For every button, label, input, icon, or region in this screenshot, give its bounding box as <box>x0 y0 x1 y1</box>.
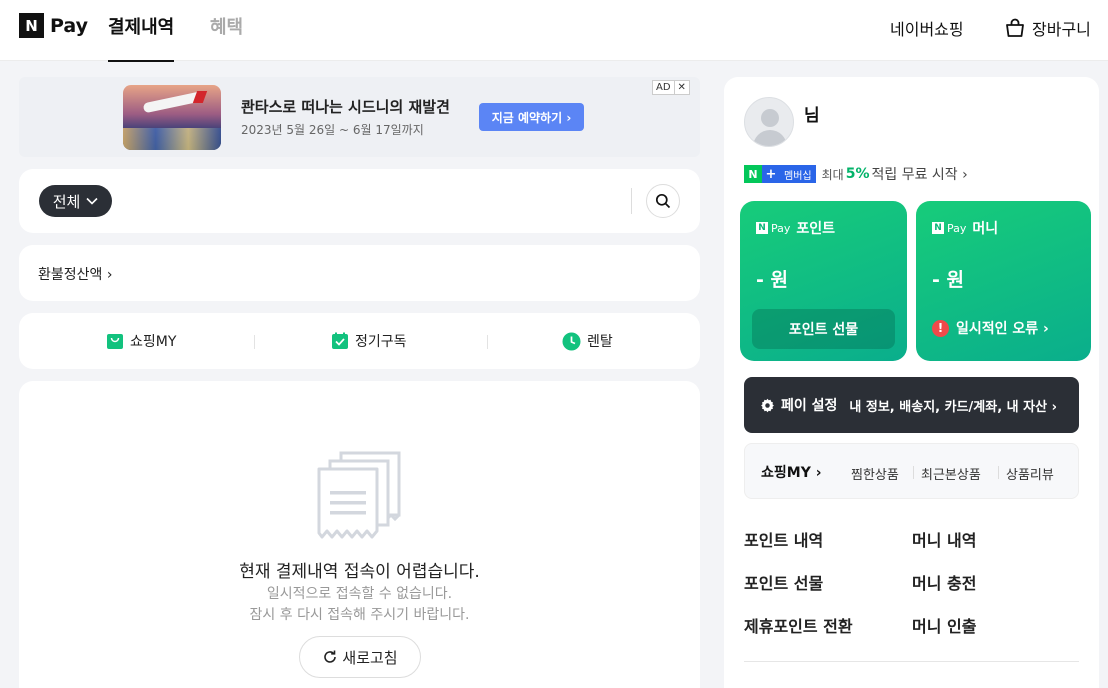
ad-banner[interactable]: 콴타스로 떠나는 시드니의 재발견 2023년 5월 26일 ~ 6월 17일까… <box>19 77 700 157</box>
avatar[interactable] <box>744 97 794 147</box>
payment-history-list: 현재 결제내역 접속이 어렵습니다. 일시적으로 접속할 수 없습니다. 잠시 … <box>19 381 700 688</box>
recently-viewed-link[interactable]: 최근본상품 <box>921 464 981 483</box>
point-balance: - 원 <box>756 269 788 291</box>
ad-close-icon[interactable]: ✕ <box>674 80 690 95</box>
ad-badge: AD ✕ <box>652 80 690 95</box>
divider <box>998 466 999 479</box>
pay-settings-button[interactable]: 페이 설정 내 정보, 배송지, 카드/계좌, 내 자산 › <box>744 377 1079 433</box>
clock-icon <box>562 332 581 350</box>
empty-title: 현재 결제내역 접속이 어렵습니다. <box>239 562 480 582</box>
ad-subtitle: 2023년 5월 26일 ~ 6월 17일까지 <box>241 123 424 137</box>
divider <box>631 188 632 214</box>
money-error-link[interactable]: ! 일시적인 오류 › <box>932 318 1049 338</box>
npay-logo[interactable]: N Pay <box>19 13 88 38</box>
quick-label: 렌탈 <box>587 334 613 350</box>
npay-money-card[interactable]: N Pay 머니 - 원 ! 일시적인 오류 › <box>916 201 1091 361</box>
divider <box>254 335 255 349</box>
money-history-link[interactable]: 머니 내역 <box>912 527 976 551</box>
npay-point-card[interactable]: N Pay 포인트 - 원 포인트 선물 <box>740 201 907 361</box>
empty-message: 일시적으로 접속할 수 없습니다. <box>266 586 453 602</box>
shopping-my-box: 쇼핑MY › 찜한상품 최근본상품 상품리뷰 <box>744 443 1079 499</box>
filter-dropdown[interactable]: 전체 <box>39 185 112 217</box>
cart-link[interactable]: 장바구니 <box>1004 16 1091 40</box>
filter-bar: 전체 <box>19 169 700 233</box>
quick-subscription[interactable]: 정기구독 <box>331 331 407 351</box>
divider <box>913 466 914 479</box>
pay-label: Pay <box>771 221 791 235</box>
user-panel: 님 N + 멤버십 최대 5% 적립 무료 시작 › N Pay 포인트 - 원… <box>724 77 1099 688</box>
refresh-button[interactable]: 새로고침 <box>299 636 421 678</box>
point-gift-link[interactable]: 포인트 선물 <box>744 570 823 594</box>
quick-rental[interactable]: 렌탈 <box>562 331 613 351</box>
ad-title: 콴타스로 떠나는 시드니의 재발견 <box>241 98 450 116</box>
naver-shopping-link[interactable]: 네이버쇼핑 <box>890 16 964 40</box>
money-withdraw-link[interactable]: 머니 인출 <box>912 613 976 637</box>
wishlist-link[interactable]: 찜한상품 <box>851 464 899 483</box>
point-gift-button[interactable]: 포인트 선물 <box>752 309 895 349</box>
ad-reserve-button[interactable]: 지금 예약하기 › <box>479 103 584 131</box>
tab-payment-history[interactable]: 결제내역 <box>108 13 175 62</box>
shopping-my-link[interactable]: 쇼핑MY › <box>761 462 821 482</box>
pay-logo-text: Pay <box>50 14 89 37</box>
refresh-icon <box>324 650 337 663</box>
filter-label: 전체 <box>52 192 81 211</box>
quick-menu: 쇼핑MY 정기구독 렌탈 <box>19 313 700 369</box>
membership-prefix: 최대 <box>821 167 844 182</box>
quick-label: 정기구독 <box>355 334 407 350</box>
pay-settings-title: 페이 설정 <box>781 398 838 414</box>
chevron-down-icon <box>86 194 98 208</box>
search-button[interactable] <box>646 184 680 218</box>
money-card-title: 머니 <box>972 221 999 237</box>
money-charge-link[interactable]: 머니 충전 <box>912 570 976 594</box>
naver-n-icon: N <box>932 222 944 234</box>
pay-label: Pay <box>947 221 967 235</box>
point-history-link[interactable]: 포인트 내역 <box>744 527 823 551</box>
partner-point-convert-link[interactable]: 제휴포인트 전환 <box>744 613 853 637</box>
quick-shopping-my[interactable]: 쇼핑MY <box>106 331 176 351</box>
gear-icon <box>761 398 774 412</box>
divider <box>744 661 1079 662</box>
empty-message: 잠시 후 다시 접속해 주시기 바랍니다. <box>249 607 470 623</box>
refund-card[interactable]: 환불정산액 › <box>19 245 700 301</box>
naver-n-icon: N <box>756 222 768 234</box>
calendar-check-icon <box>332 332 348 349</box>
warning-icon: ! <box>932 319 949 337</box>
ad-image <box>123 85 221 150</box>
quick-label: 쇼핑MY <box>130 334 177 350</box>
search-icon <box>655 193 671 209</box>
ad-label: AD <box>652 80 675 95</box>
top-header: N Pay 결제내역 혜택 네이버쇼핑 장바구니 <box>0 0 1108 62</box>
tab-benefits[interactable]: 혜택 <box>210 13 243 39</box>
membership-percent: 5% <box>845 166 870 182</box>
point-card-title: 포인트 <box>796 221 836 237</box>
pay-settings-subtitle: 내 정보, 배송지, 카드/계좌, 내 자산 › <box>849 399 1057 415</box>
money-balance: - 원 <box>932 269 964 291</box>
cart-icon <box>1006 18 1024 37</box>
naver-n-logo: N <box>19 13 44 38</box>
membership-badge: N + 멤버십 <box>744 165 816 183</box>
shopping-bag-icon <box>107 334 123 349</box>
membership-promo[interactable]: N + 멤버십 최대 5% 적립 무료 시작 › <box>744 164 968 184</box>
divider <box>487 335 488 349</box>
refund-label: 환불정산액 › <box>38 267 113 283</box>
user-name: 님 <box>804 106 820 126</box>
receipt-icon <box>317 451 401 539</box>
membership-suffix: 적립 무료 시작 › <box>871 167 968 183</box>
product-review-link[interactable]: 상품리뷰 <box>1006 464 1054 483</box>
refresh-label: 새로고침 <box>342 648 398 667</box>
error-label: 일시적인 오류 › <box>956 321 1049 337</box>
cart-label: 장바구니 <box>1032 20 1091 39</box>
